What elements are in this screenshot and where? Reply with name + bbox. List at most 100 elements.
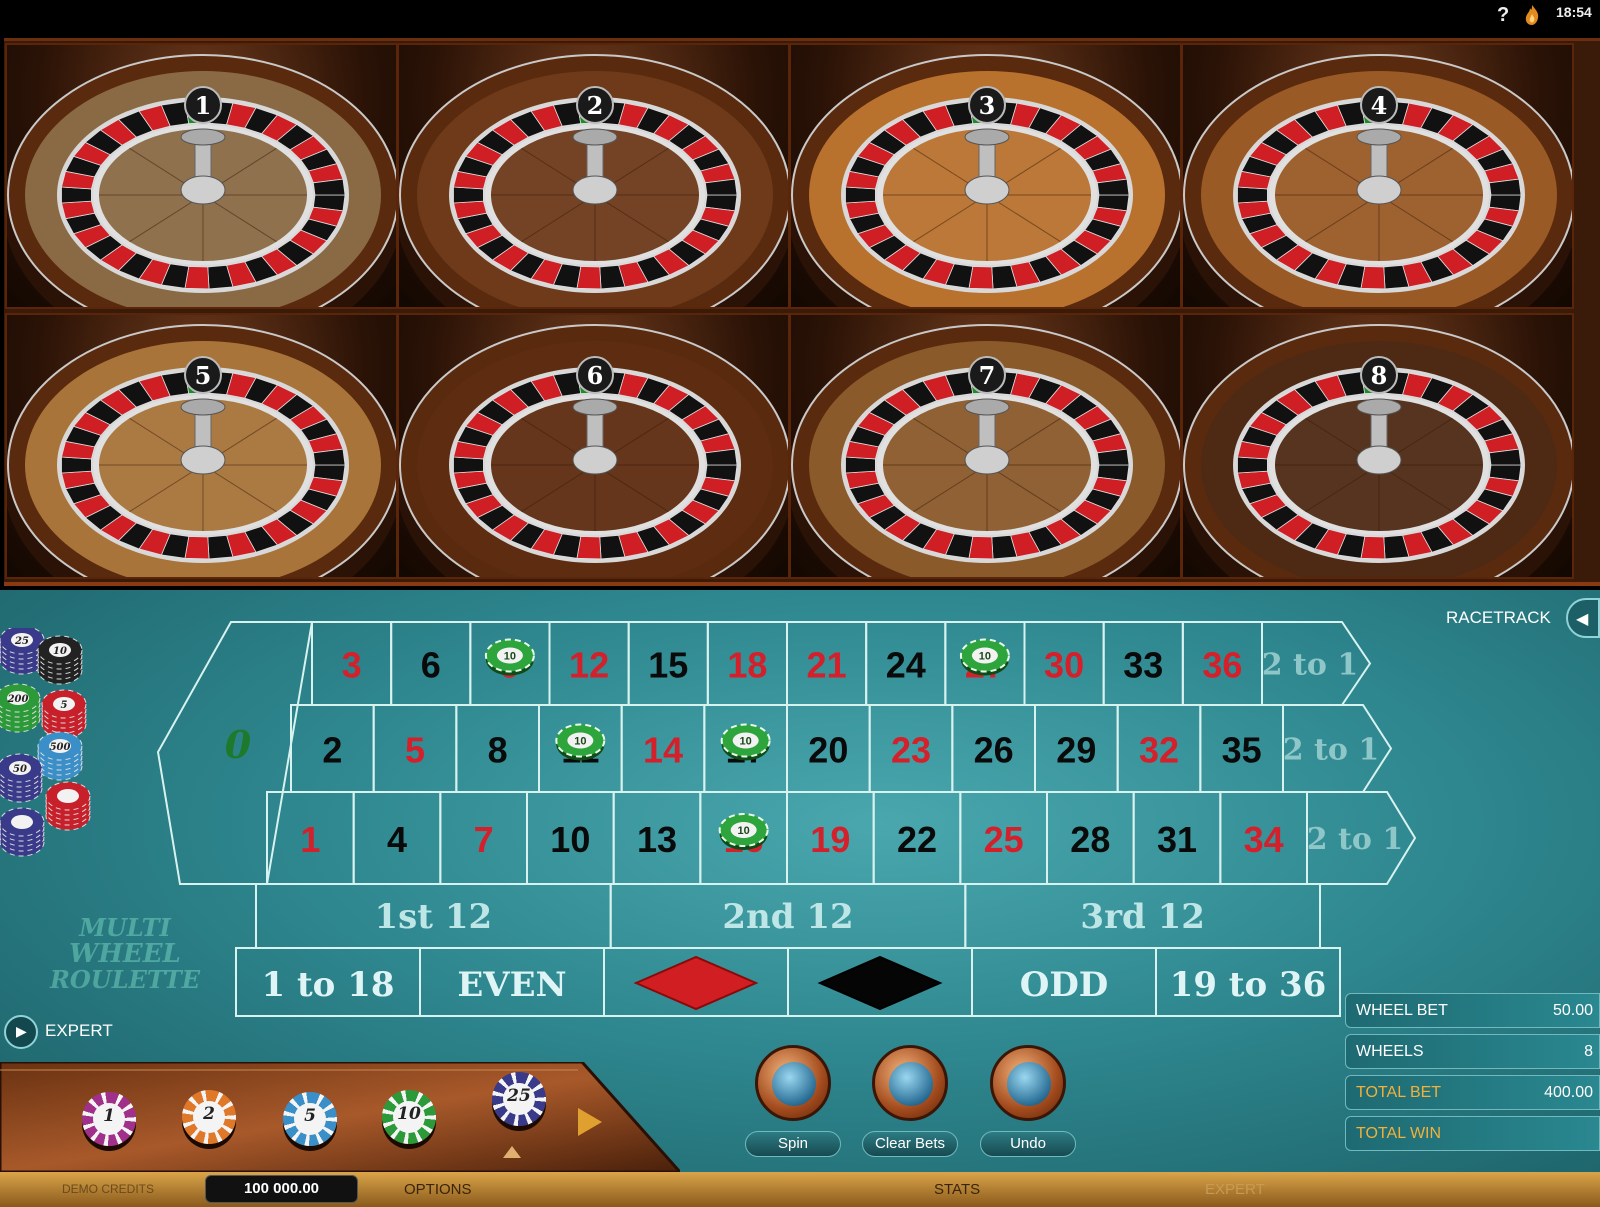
undo-icon-core [1007, 1062, 1051, 1106]
chip-value: 1 [103, 1106, 115, 1126]
roulette-wheel: 2 [399, 54, 788, 307]
logo-line: MULTI [79, 913, 171, 942]
roulette-wheel: 7 [791, 324, 1180, 577]
undo-icon [990, 1045, 1066, 1121]
total-bet-value: 400.00 [1544, 1084, 1593, 1101]
column-bet-label: 2 to 1 [1262, 648, 1359, 683]
chip-25[interactable]: 25 [492, 1072, 546, 1126]
number-label: 31 [1157, 819, 1197, 860]
stats-tab[interactable]: STATS [934, 1181, 980, 1198]
number-label: 12 [569, 645, 609, 686]
zero-label: 0 [225, 722, 252, 767]
dozen-label: 1st 12 [375, 897, 493, 937]
game-logo: MULTI WHEEL ROULETTE [30, 915, 220, 1025]
total-win-label: TOTAL WIN [1356, 1125, 1442, 1142]
wheel-8: 8 [1181, 313, 1574, 579]
wheel-number: 8 [1371, 361, 1388, 390]
column-bet-label: 2 to 1 [1307, 822, 1404, 857]
number-label: 18 [727, 645, 767, 686]
number-label: 15 [648, 645, 688, 686]
chip-value: 5 [304, 1106, 316, 1126]
placed-chip-value: 10 [574, 736, 586, 748]
number-label: 28 [1070, 819, 1110, 860]
wheel-1: 1 [5, 43, 398, 309]
placed-chip[interactable]: 10 [720, 723, 771, 761]
logo-line: ROULETTE [49, 965, 201, 994]
chip-value: 2 [203, 1104, 215, 1124]
clock: 18:54 [1556, 4, 1592, 20]
chip-5[interactable]: 5 [283, 1092, 337, 1146]
number-label: 14 [643, 730, 683, 771]
racetrack-label[interactable]: RACETRACK [1446, 608, 1551, 628]
placed-chip[interactable]: 10 [718, 813, 769, 850]
chip-tray-next-arrow[interactable] [578, 1108, 602, 1136]
placed-chip[interactable]: 10 [959, 638, 1010, 676]
expert-tab[interactable]: EXPERT [1205, 1181, 1265, 1198]
flame-icon[interactable] [1522, 4, 1542, 26]
wheel-bet-label: WHEEL BET [1356, 1002, 1448, 1019]
chip-stack-art: 25 10 200 5 500 50 [0, 625, 91, 857]
roulette-wheel: 3 [791, 54, 1180, 307]
expert-label[interactable]: EXPERT [45, 1021, 113, 1041]
number-label: 22 [897, 819, 937, 860]
black-diamond-icon [817, 955, 943, 1011]
clear-bets-label: Clear Bets [862, 1131, 958, 1157]
number-label: 13 [637, 819, 677, 860]
number-label: 19 [810, 819, 850, 860]
top-bar: ? 18:54 [0, 0, 1600, 36]
chip-1[interactable]: 1 [82, 1092, 136, 1146]
chip-value: 25 [507, 1086, 531, 1106]
placed-chip[interactable]: 10 [484, 638, 535, 676]
number-label: 7 [474, 819, 494, 860]
spin-button[interactable]: Spin [745, 1045, 841, 1165]
number-label: 2 [322, 730, 342, 771]
chip-stack: 25 10 200 5 500 50 [0, 625, 100, 858]
play-icon: ▶ [16, 1023, 27, 1039]
placed-chip-value: 10 [504, 651, 516, 663]
stack-chip-label: 200 [7, 694, 29, 705]
chip-2[interactable]: 2 [182, 1090, 236, 1144]
number-label: 33 [1123, 645, 1163, 686]
clear-bets-icon [872, 1045, 948, 1121]
placed-chip[interactable]: 10 [555, 723, 606, 761]
racetrack-button[interactable]: ◀ [1566, 598, 1600, 638]
wheel-4: 4 [1181, 43, 1574, 309]
number-label: 4 [387, 819, 407, 860]
stack-chip-label: 500 [50, 742, 71, 753]
roulette-wheel: 4 [1183, 54, 1572, 307]
clear-bets-icon-core [889, 1062, 933, 1106]
wheel-bet-value: 50.00 [1552, 1002, 1593, 1019]
wheel-2: 2 [397, 43, 790, 309]
options-tab[interactable]: OPTIONS [404, 1181, 472, 1198]
roulette-wheel: 1 [7, 54, 396, 307]
total-win-row: TOTAL WIN [1345, 1116, 1600, 1151]
number-label: 34 [1244, 819, 1284, 860]
chevron-left-icon: ◀ [1576, 611, 1589, 628]
chip-value: 10 [397, 1104, 421, 1124]
undo-label: Undo [980, 1131, 1076, 1157]
expert-toggle-button[interactable]: ▶ [4, 1015, 38, 1049]
outside-bet-label: EVEN [457, 965, 566, 1005]
number-label: 23 [891, 730, 931, 771]
outside-bet-label: 1 to 18 [261, 965, 394, 1005]
undo-button[interactable]: Undo [980, 1045, 1076, 1165]
stack-chip-label: 50 [13, 764, 27, 775]
placed-chip-value: 10 [738, 825, 750, 837]
logo-line: WHEEL [69, 939, 181, 969]
number-label: 36 [1202, 645, 1242, 686]
spin-icon-core [772, 1062, 816, 1106]
wheel-number: 2 [587, 91, 604, 120]
number-label: 24 [886, 645, 926, 686]
wheel-number: 4 [1371, 91, 1388, 120]
wheel-number: 1 [195, 91, 212, 120]
bottom-bar: DEMO CREDITS 100 000.00 OPTIONS STATS EX… [0, 1172, 1600, 1207]
selected-chip-marker [503, 1146, 521, 1158]
credits-balance: 100 000.00 [205, 1175, 358, 1203]
roulette-wheel: 6 [399, 324, 788, 577]
help-button[interactable]: ? [1497, 4, 1509, 27]
number-label: 8 [488, 730, 508, 771]
chip-10[interactable]: 10 [382, 1090, 436, 1144]
clear-bets-button[interactable]: Clear Bets [862, 1045, 958, 1165]
wheel-bet-row: WHEEL BET 50.00 [1345, 993, 1600, 1028]
wheel-number: 7 [979, 361, 996, 390]
